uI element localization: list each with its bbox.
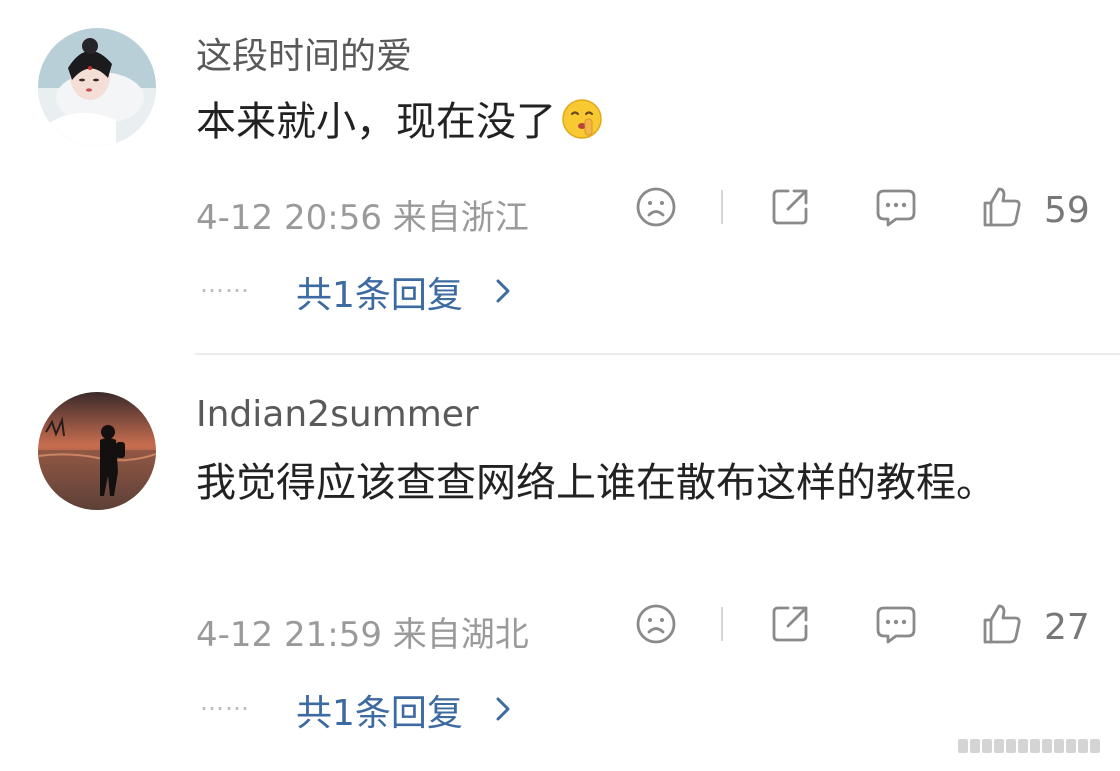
avatar[interactable] xyxy=(38,392,156,510)
share-icon xyxy=(772,189,808,225)
view-replies-link[interactable]: 共1条回复 xyxy=(296,684,463,736)
thumbs-up-icon xyxy=(983,187,1021,227)
like-count: 59 xyxy=(1044,190,1090,231)
comment-bubble-icon xyxy=(876,189,916,227)
dislike-button[interactable] xyxy=(634,602,678,646)
comment-location: 来自湖北 xyxy=(392,615,529,655)
dislike-button[interactable] xyxy=(634,185,678,229)
comment-meta: 4-12 20:56 来自浙江 xyxy=(196,190,529,239)
comment-item: Indian2summer 我觉得应该查查网络上谁在散布这样的教程。 4-12 … xyxy=(0,355,1120,771)
username[interactable]: Indian2summer xyxy=(196,394,479,435)
username[interactable]: 这段时间的爱 xyxy=(196,27,412,79)
share-button[interactable] xyxy=(768,185,812,229)
avatar[interactable] xyxy=(38,28,156,146)
comment-meta-row: 4-12 20:56 来自浙江 59 xyxy=(196,182,1090,238)
share-button[interactable] xyxy=(768,602,812,646)
comment-meta: 4-12 21:59 来自湖北 xyxy=(196,607,529,656)
reply-button[interactable] xyxy=(874,185,918,229)
chevron-right-icon[interactable] xyxy=(492,696,514,722)
comment-item: 这段时间的爱 本来就小，现在没了 4-12 20:56 来自浙江 59 …… 共… xyxy=(0,0,1120,355)
comment-date: 4-12 20:56 xyxy=(196,198,382,238)
comment-text: 本来就小，现在没了 xyxy=(196,92,1076,152)
thumbs-up-icon xyxy=(983,604,1021,644)
comment-meta-row: 4-12 21:59 来自湖北 27 xyxy=(196,599,1090,655)
like-button[interactable] xyxy=(979,602,1023,646)
action-separator xyxy=(721,190,723,224)
comment-bubble-icon xyxy=(876,606,916,644)
comment-text-body: 本来就小，现在没了 xyxy=(196,99,556,145)
shushing-face-emoji-icon xyxy=(560,97,604,141)
like-button[interactable] xyxy=(979,185,1023,229)
action-separator xyxy=(721,607,723,641)
comment-date: 4-12 21:59 xyxy=(196,615,382,655)
frown-face-icon xyxy=(636,187,676,227)
comment-text: 我觉得应该查查网络上谁在散布这样的教程。 xyxy=(196,460,996,506)
watermark-logo xyxy=(958,739,1100,753)
share-icon xyxy=(772,606,808,642)
comment-location: 来自浙江 xyxy=(392,198,529,238)
chevron-right-icon[interactable] xyxy=(492,278,514,304)
reply-indent-dots: …… xyxy=(200,270,250,298)
reply-indent-dots: …… xyxy=(200,688,250,716)
view-replies-link[interactable]: 共1条回复 xyxy=(296,266,463,318)
reply-button[interactable] xyxy=(874,602,918,646)
like-count: 27 xyxy=(1044,607,1090,648)
frown-face-icon xyxy=(636,604,676,644)
